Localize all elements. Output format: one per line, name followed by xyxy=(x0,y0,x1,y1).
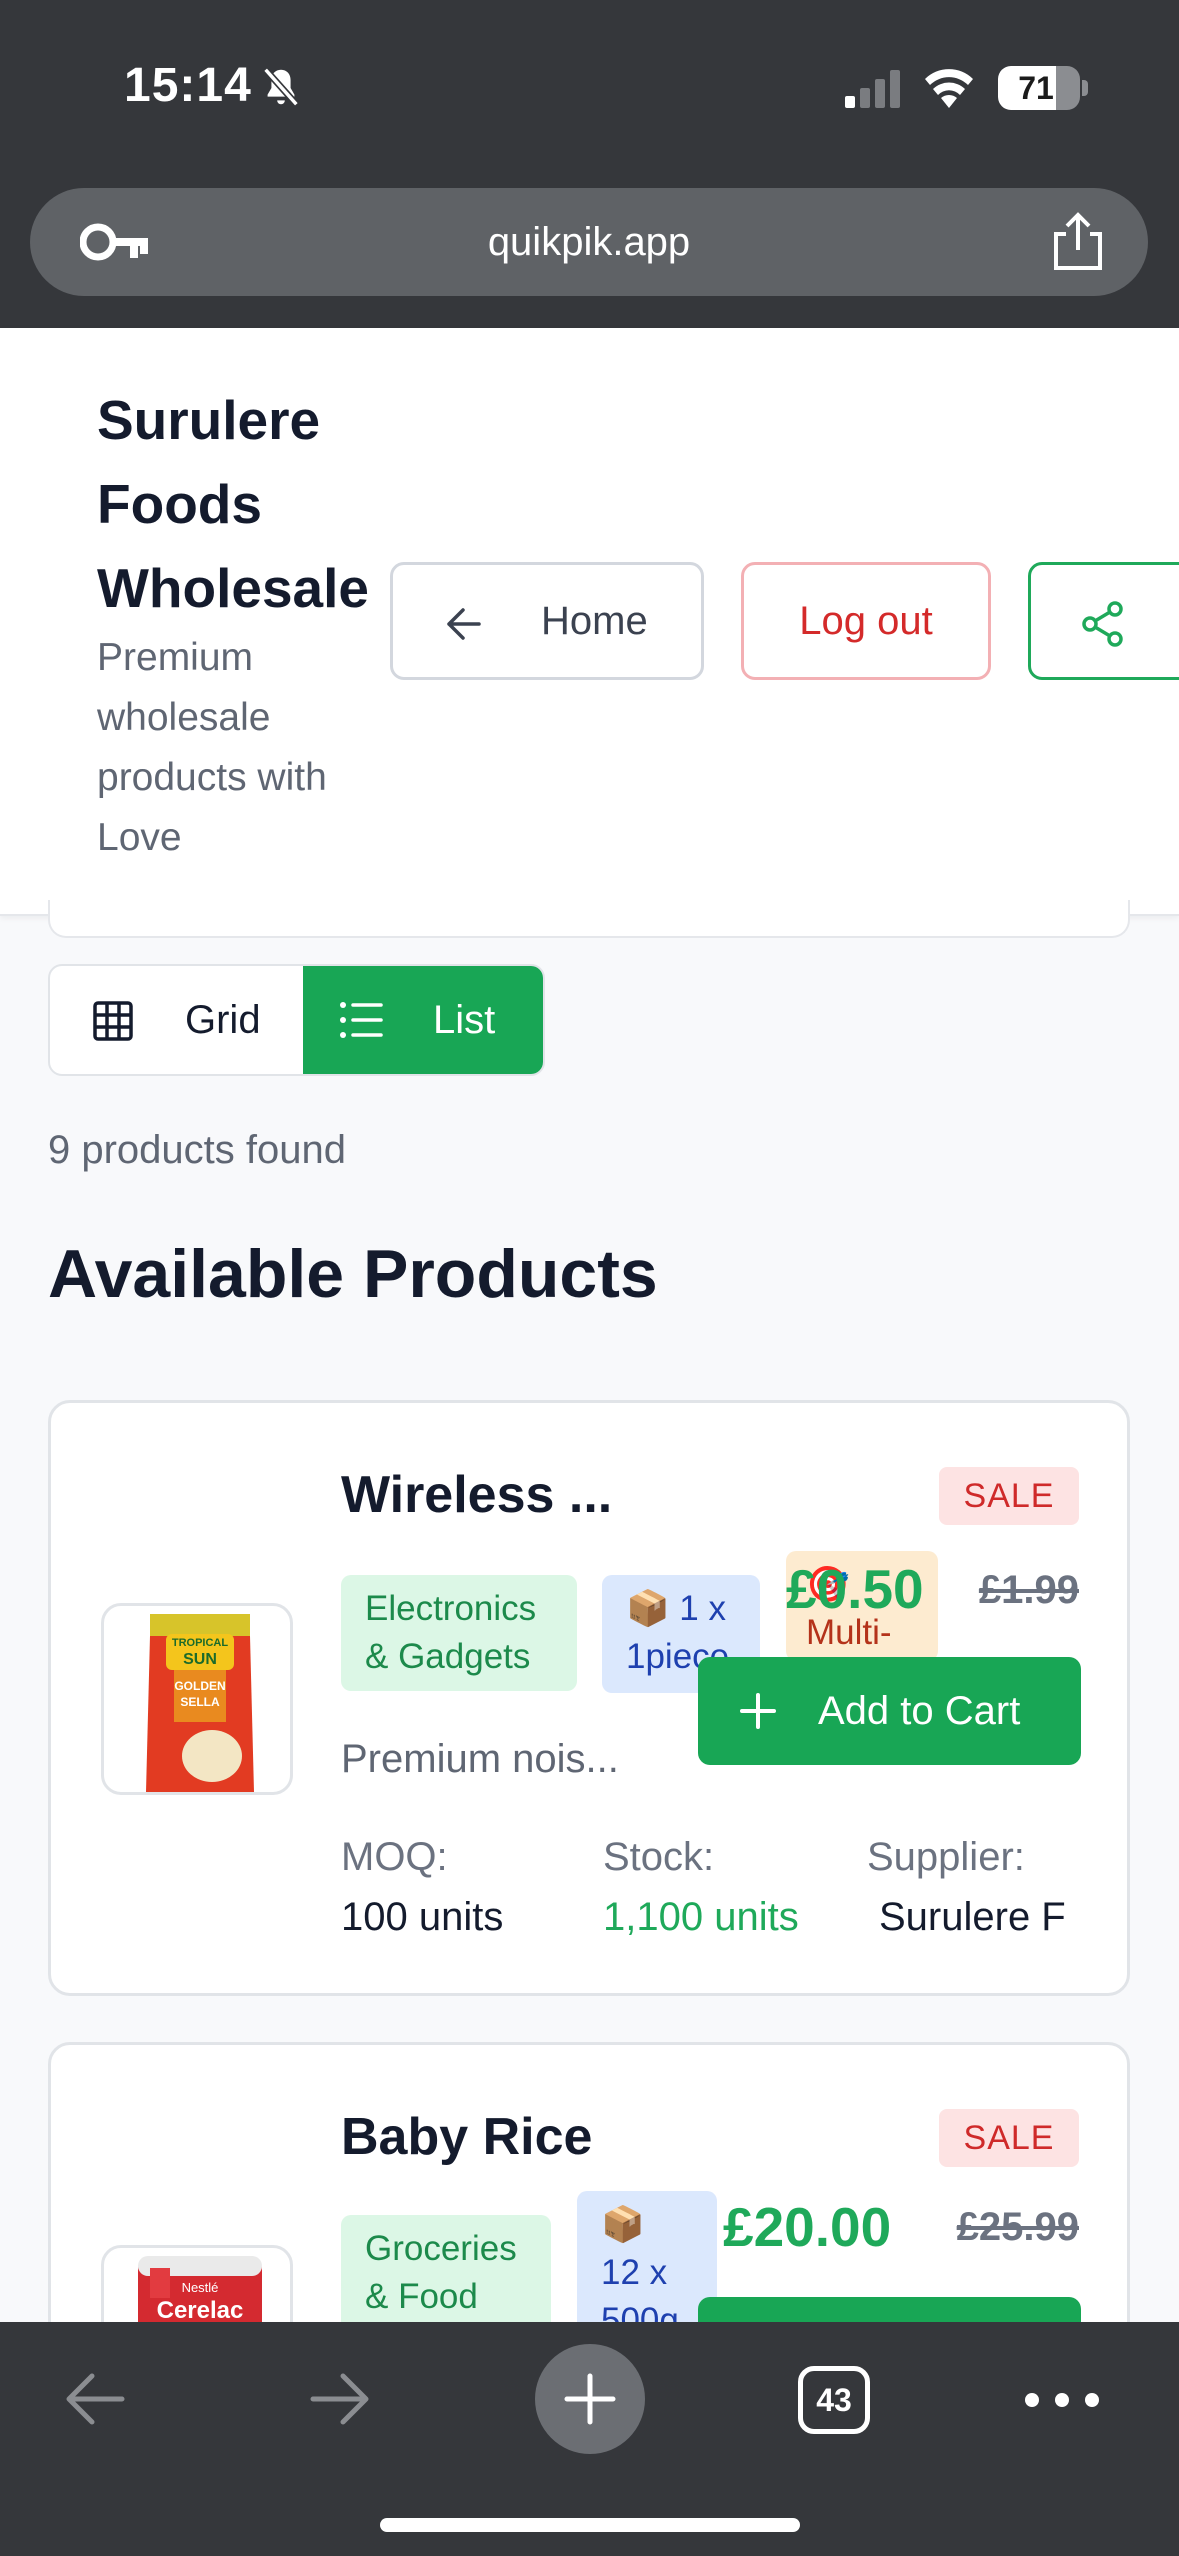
supplier-value: Surulere F xyxy=(879,1895,1066,1939)
new-tab-plus-icon xyxy=(564,2373,616,2425)
product-old-price: £1.99 xyxy=(978,1568,1079,1612)
add-to-cart-button[interactable]: Add to Cart xyxy=(698,1657,1081,1765)
bag-text-golden: GOLDEN xyxy=(174,1679,225,1693)
filter-card-bottom xyxy=(48,900,1130,938)
view-toggle: Grid List xyxy=(48,964,545,1076)
home-indicator xyxy=(380,2518,800,2532)
status-time: 15:14 xyxy=(124,59,252,112)
grid-icon xyxy=(93,1001,133,1041)
stock-value: 1,100 units xyxy=(603,1895,799,1939)
browser-top-chrome: 15:14 71 quikpik.app xyxy=(0,0,1179,328)
logout-button[interactable]: Log out xyxy=(741,562,991,680)
bell-muted-icon xyxy=(263,67,299,107)
wifi-icon xyxy=(925,69,973,108)
forward-icon[interactable] xyxy=(305,2364,375,2434)
product-card[interactable]: TROPICAL SUN GOLDEN SELLA Wireless ... S… xyxy=(48,1400,1130,1996)
product-price: £20.00 xyxy=(723,2196,892,2258)
battery-tip xyxy=(1082,80,1088,96)
product-title[interactable]: Wireless ... xyxy=(341,1465,612,1525)
tin-text-name: Cerelac xyxy=(157,2297,244,2324)
stock-label: Stock: xyxy=(603,1835,715,1879)
url-bar[interactable]: quikpik.app xyxy=(30,188,1148,296)
battery-icon: 71 xyxy=(998,66,1080,110)
share-icon[interactable] xyxy=(1050,212,1106,272)
product-image[interactable]: TROPICAL SUN GOLDEN SELLA xyxy=(101,1603,293,1795)
battery-label: 71 xyxy=(1018,70,1054,106)
rice-bag-image: TROPICAL SUN GOLDEN SELLA xyxy=(146,1614,254,1792)
product-title[interactable]: Baby Rice xyxy=(341,2107,592,2167)
list-view-label: List xyxy=(433,998,496,1042)
sale-badge: SALE xyxy=(939,1467,1079,1525)
cell-signal-icon xyxy=(845,70,900,108)
tin-text-brand: Nestlé xyxy=(182,2280,219,2295)
store-name: Surulere Foods Wholesale xyxy=(97,389,370,619)
sale-badge: SALE xyxy=(939,2109,1079,2167)
moq-value: 100 units xyxy=(341,1895,504,1939)
grid-view-button[interactable]: Grid xyxy=(50,966,303,1074)
new-tab-button[interactable] xyxy=(535,2344,645,2454)
store-tagline: Premium wholesale products with Love xyxy=(97,636,327,859)
bag-text-sella: SELLA xyxy=(180,1695,220,1709)
home-button-label: Home xyxy=(541,599,648,643)
product-description: Premium nois... xyxy=(341,1737,619,1781)
back-icon[interactable] xyxy=(60,2364,130,2434)
browser-bottom-toolbar: 43 xyxy=(0,2322,1179,2556)
bag-text-brand: TROPICAL xyxy=(172,1637,229,1649)
more-icon[interactable] xyxy=(1022,2382,1102,2418)
list-view-button[interactable]: List xyxy=(303,966,543,1074)
home-button[interactable]: Home xyxy=(390,562,704,680)
section-title: Available Products xyxy=(48,1236,658,1312)
list-icon xyxy=(340,1002,383,1038)
logout-button-label: Log out xyxy=(799,598,933,643)
plus-icon xyxy=(740,1693,776,1729)
products-count: 9 products found xyxy=(48,1128,346,1172)
share-nodes-icon xyxy=(1082,601,1123,647)
share-store-button[interactable] xyxy=(1028,562,1179,680)
product-old-price: £25.99 xyxy=(956,2205,1079,2249)
add-to-cart-label: Add to Cart xyxy=(818,1689,1021,1733)
category-tag: Electronics & Gadgets xyxy=(341,1575,577,1691)
grid-view-label: Grid xyxy=(185,998,261,1042)
bag-text-sun: SUN xyxy=(183,1651,217,1668)
tabs-icon[interactable]: 43 xyxy=(798,2366,870,2434)
url-text[interactable]: quikpik.app xyxy=(30,188,1148,296)
arrow-left-icon xyxy=(447,608,481,640)
supplier-label: Supplier: xyxy=(867,1835,1025,1879)
product-price: £0.50 xyxy=(786,1558,924,1620)
store-header: Surulere Foods Wholesale Premium wholesa… xyxy=(0,328,1179,916)
moq-label: MOQ: xyxy=(341,1835,448,1879)
